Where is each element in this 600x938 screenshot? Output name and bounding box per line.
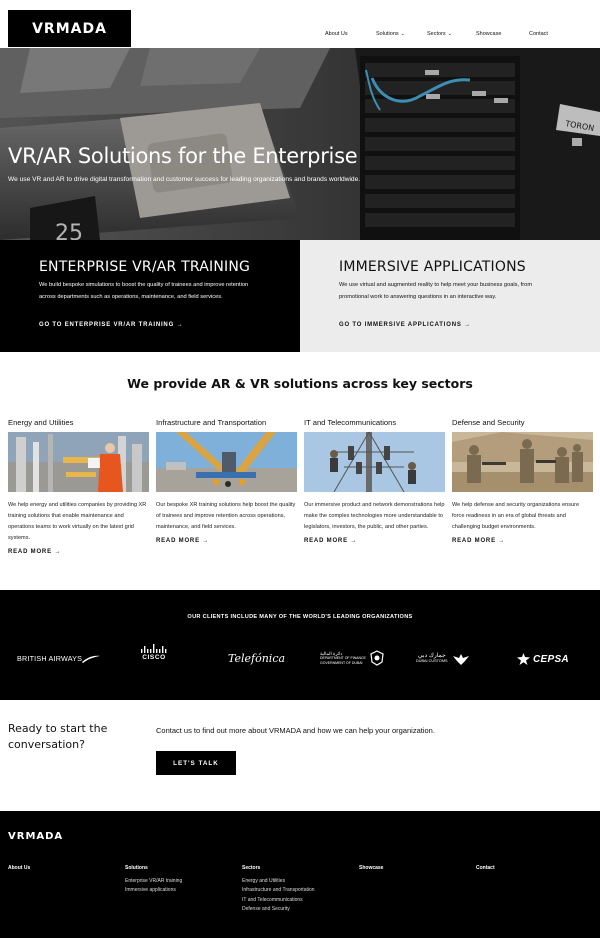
sector-image: [8, 432, 149, 492]
footer-heading-contact[interactable]: Contact: [476, 865, 495, 871]
panel-title: IMMERSIVE APPLICATIONS: [339, 259, 526, 275]
read-more-infrastructure-link[interactable]: READ MORE →: [156, 538, 297, 544]
falcon-icon: [452, 654, 469, 665]
nav-label: Sectors: [427, 31, 446, 37]
sector-infrastructure: Infrastructure and Transportation Our be…: [156, 418, 297, 544]
footer-heading-sectors[interactable]: Sectors: [242, 865, 315, 871]
logo-subtext: GOVERNMENT OF DUBAI: [320, 660, 363, 665]
dof-text-block: دائرة المالية DEPARTMENT OF FINANCE GOVE…: [320, 651, 366, 666]
nav-label: Showcase: [476, 31, 502, 37]
sector-image: [156, 432, 297, 492]
speedmarque-icon: [82, 655, 101, 663]
logo-text: CISCO: [142, 654, 166, 661]
panel-title: ENTERPRISE VR/AR TRAINING: [39, 259, 251, 275]
hero: 25 TORON VR/AR Solutions for the Enterpr…: [0, 48, 600, 240]
footer-link-enterprise-training[interactable]: Enterprise VR/AR training: [125, 877, 182, 886]
sector-image: [304, 432, 445, 492]
cepsa-logo: CEPSA: [517, 653, 569, 665]
nav-showcase[interactable]: Showcase: [476, 31, 501, 37]
chevron-down-icon: ⌄: [400, 31, 405, 37]
page: VRMADA About Us Solutions ⌄ Sectors ⌄ Show…: [0, 0, 600, 938]
footer-link-it[interactable]: IT and Telecommunications: [242, 896, 315, 905]
nav-sectors[interactable]: Sectors ⌄: [427, 31, 452, 37]
hero-subtitle: We use VR and AR to drive digital transf…: [8, 176, 361, 183]
telefonica-logo: Telefónica: [228, 652, 285, 665]
read-more-it-link[interactable]: READ MORE →: [304, 538, 445, 544]
read-more-energy-link[interactable]: READ MORE →: [8, 549, 149, 555]
chevron-down-icon: ⌄: [447, 31, 452, 37]
footer-col-contact: Contact: [476, 865, 495, 877]
footer-link-defense[interactable]: Defense and Security: [242, 905, 315, 914]
sector-body: We help energy and utilities companies b…: [8, 502, 147, 541]
cta-question: Ready to start the conversation?: [8, 722, 108, 751]
sector-body: Our immersive product and network demons…: [304, 502, 445, 530]
site-header: VRMADA About Us Solutions ⌄ Sectors ⌄ Show…: [0, 0, 600, 48]
site-footer: VRMADA About Us Solutions Enterprise VR/…: [0, 811, 600, 938]
cisco-bars-icon: [141, 644, 167, 653]
sector-defense: Defense and Security We help defense and…: [452, 418, 593, 544]
sector-title: Infrastructure and Transportation: [156, 418, 267, 427]
dubai-customs-logo: جمارك دبي DUBAI CUSTOMS: [416, 652, 470, 666]
footer-heading-showcase[interactable]: Showcase: [359, 865, 383, 871]
footer-link-immersive-applications[interactable]: Immersive applications: [125, 886, 182, 895]
panel-body: We use virtual and augmented reality to …: [339, 282, 533, 300]
panel-immersive-applications: IMMERSIVE APPLICATIONS We use virtual an…: [300, 240, 600, 352]
footer-logo: VRMADA: [8, 831, 64, 842]
sector-title: Energy and Utilities: [8, 418, 74, 427]
clients-heading: OUR CLIENTS INCLUDE MANY OF THE WORLD'S …: [187, 614, 413, 620]
dubai-customs-text-block: جمارك دبي DUBAI CUSTOMS: [416, 653, 448, 664]
sector-body: We help defense and security organizatio…: [452, 502, 580, 530]
sector-title: IT and Telecommunications: [304, 418, 397, 427]
sector-body: Our bespoke XR training solutions help b…: [156, 502, 296, 530]
footer-col-solutions: Solutions Enterprise VR/AR training Imme…: [125, 865, 182, 896]
sector-energy: Energy and Utilities We help energy and …: [8, 418, 149, 555]
enterprise-training-link[interactable]: GO TO ENTERPRISE VR/AR TRAINING →: [39, 322, 183, 328]
hero-title: VR/AR Solutions for the Enterprise: [8, 144, 358, 168]
nav-label: About Us: [325, 31, 348, 37]
footer-col-sectors: Sectors Energy and Utilities Infrastruct…: [242, 865, 315, 914]
logo-text: DUBAI CUSTOMS: [416, 659, 448, 663]
logo-text: CEPSA: [533, 653, 569, 665]
footer-col-about: About Us: [8, 865, 30, 877]
footer-heading-about-us[interactable]: About Us: [8, 865, 30, 871]
department-of-finance-logo: دائرة المالية DEPARTMENT OF FINANCE GOVE…: [320, 650, 384, 666]
sector-title: Defense and Security: [452, 418, 525, 427]
footer-heading-solutions[interactable]: Solutions: [125, 865, 182, 871]
cisco-logo: CISCO: [140, 644, 168, 661]
footer-link-infrastructure[interactable]: Infrastructure and Transportation: [242, 886, 315, 895]
nav-label: Solutions: [376, 31, 399, 37]
emblem-icon: [370, 650, 384, 666]
panel-body: We build bespoke simulations to boost th…: [39, 282, 249, 300]
immersive-applications-link[interactable]: GO TO IMMERSIVE APPLICATIONS →: [339, 322, 471, 328]
clients-section: OUR CLIENTS INCLUDE MANY OF THE WORLD'S …: [0, 590, 600, 700]
logo-text: Telefónica: [228, 652, 286, 665]
nav-solutions[interactable]: Solutions ⌄: [376, 31, 405, 37]
logo-text: BRITISH AIRWAYS: [17, 654, 83, 663]
cta-text: Contact us to find out more about VRMADA…: [156, 726, 435, 735]
logo-link[interactable]: VRMADA: [8, 10, 131, 47]
read-more-defense-link[interactable]: READ MORE →: [452, 538, 593, 544]
lets-talk-button[interactable]: LET'S TALK: [156, 751, 236, 775]
sectors-heading: We provide AR & VR solutions across key …: [127, 376, 473, 391]
sector-image: [452, 432, 593, 492]
footer-link-energy[interactable]: Energy and Utilities: [242, 877, 315, 886]
sector-it: IT and Telecommunications Our immersive …: [304, 418, 445, 544]
cepsa-star-icon: [517, 653, 530, 665]
logo: VRMADA: [32, 20, 107, 37]
panel-enterprise-training: ENTERPRISE VR/AR TRAINING We build bespo…: [0, 240, 300, 352]
nav-contact[interactable]: Contact: [529, 31, 548, 37]
british-airways-logo: BRITISH AIRWAYS: [17, 654, 101, 663]
footer-col-showcase: Showcase: [359, 865, 383, 877]
nav-about-us[interactable]: About Us: [325, 31, 348, 37]
nav-label: Contact: [529, 31, 548, 37]
